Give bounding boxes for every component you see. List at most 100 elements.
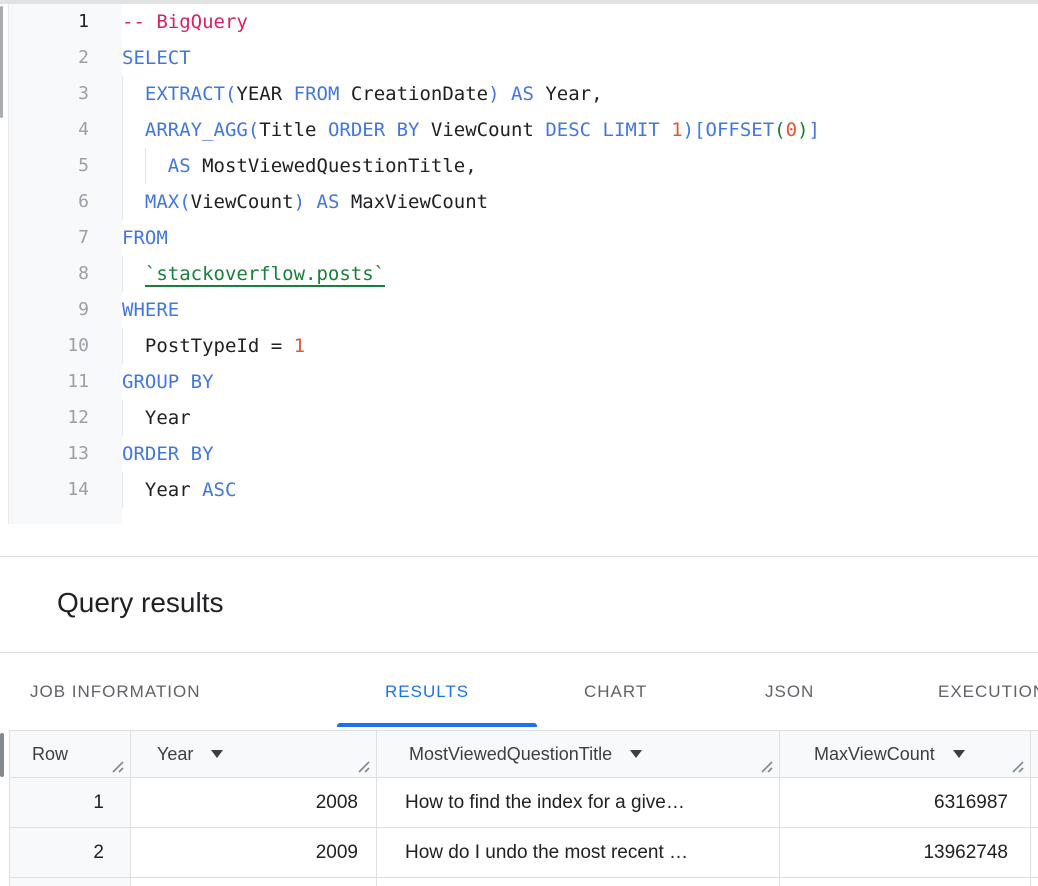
code-line[interactable]: 4 ARRAY_AGG(Title ORDER BY ViewCount DES… xyxy=(0,112,1038,148)
results-scrollbar-thumb[interactable] xyxy=(0,733,4,777)
column-header-mostviewedquestiontitle[interactable]: MostViewedQuestionTitle xyxy=(377,731,780,777)
indent-guide xyxy=(145,148,146,184)
code-text[interactable] xyxy=(122,508,1038,524)
code-line[interactable]: 8 `stackoverflow.posts` xyxy=(0,256,1038,292)
cell-mostviewedquestiontitle xyxy=(377,878,780,886)
cell-year: 2008 xyxy=(131,778,377,827)
cell-row: 1 xyxy=(10,778,131,827)
code-line[interactable]: 9WHERE xyxy=(0,292,1038,328)
token-kw: BY xyxy=(397,119,420,141)
gutter xyxy=(8,508,122,524)
code-text[interactable]: AS MostViewedQuestionTitle, xyxy=(122,148,1038,184)
column-header-label: Year xyxy=(157,744,193,765)
token-plain: ViewCount xyxy=(191,191,294,213)
code-text[interactable]: FROM xyxy=(122,220,1038,256)
cell-overflow xyxy=(1031,828,1038,877)
token-num: 0 xyxy=(786,119,797,141)
code-text[interactable]: ORDER BY xyxy=(122,436,1038,472)
token-kw: AS xyxy=(511,83,534,105)
code-line[interactable]: 6 MAX(ViewCount) AS MaxViewCount xyxy=(0,184,1038,220)
token-plain: Year xyxy=(122,479,202,501)
code-line[interactable]: 2SELECT xyxy=(0,40,1038,76)
code-line[interactable]: 1-- BigQuery xyxy=(0,4,1038,40)
code-line[interactable]: 14 Year ASC xyxy=(0,472,1038,508)
code-text[interactable]: SELECT xyxy=(122,40,1038,76)
indent-guide xyxy=(122,256,123,292)
sort-arrow-icon[interactable] xyxy=(211,750,223,758)
column-header-label: MaxViewCount xyxy=(814,744,935,765)
column-header-maxviewcount[interactable]: MaxViewCount xyxy=(780,731,1031,777)
token-kw: LIMIT xyxy=(603,119,660,141)
cell-maxviewcount xyxy=(780,878,1031,886)
token-plain xyxy=(122,263,145,285)
column-header-year[interactable]: Year xyxy=(131,731,377,777)
tab-execution-details[interactable]: EXECUTION DETAILS xyxy=(938,653,1038,730)
code-text[interactable]: `stackoverflow.posts` xyxy=(122,256,1038,292)
sort-arrow-icon[interactable] xyxy=(630,750,642,758)
code-text[interactable]: Year xyxy=(122,400,1038,436)
code-text[interactable]: MAX(ViewCount) AS MaxViewCount xyxy=(122,184,1038,220)
table-header-row: Row Year MostViewedQuestionTitle MaxViewCou… xyxy=(10,731,1038,778)
token-tbl[interactable]: `stackoverflow.posts` xyxy=(145,263,385,287)
column-header-overflow xyxy=(1031,731,1038,777)
code-text[interactable]: EXTRACT(YEAR FROM CreationDate) AS Year, xyxy=(122,76,1038,112)
code-text[interactable]: PostTypeId = 1 xyxy=(122,328,1038,364)
code-line[interactable]: 10 PostTypeId = 1 xyxy=(0,328,1038,364)
line-number: 2 xyxy=(8,40,122,76)
line-number: 10 xyxy=(8,328,122,364)
column-resize-handle[interactable] xyxy=(111,760,124,773)
token-kw: ) xyxy=(294,191,305,213)
editor-scrollbar-thumb[interactable] xyxy=(0,6,3,118)
token-plain: YEAR xyxy=(236,83,282,105)
token-num: 1 xyxy=(671,119,682,141)
column-header-label: Row xyxy=(32,744,68,765)
token-plain: PostTypeId = xyxy=(122,335,294,357)
sql-code-editor[interactable]: 1-- BigQuery2SELECT3 EXTRACT(YEAR FROM C… xyxy=(0,4,1038,556)
tab-job-information[interactable]: JOB INFORMATION xyxy=(30,653,201,730)
token-grn: ( xyxy=(774,119,785,141)
code-text[interactable]: WHERE xyxy=(122,292,1038,328)
line-number: 1 xyxy=(8,4,122,40)
line-number: 4 xyxy=(8,112,122,148)
cell-row: 2 xyxy=(10,828,131,877)
token-kw: FROM xyxy=(122,227,168,249)
indent-guide xyxy=(122,148,123,184)
line-number: 11 xyxy=(8,364,122,400)
token-plain: MaxViewCount xyxy=(339,191,488,213)
indent-guide xyxy=(122,76,123,112)
token-plain: MostViewedQuestionTitle, xyxy=(191,155,477,177)
token-plain xyxy=(305,191,316,213)
code-text[interactable]: Year ASC xyxy=(122,472,1038,508)
code-line[interactable]: 12 Year xyxy=(0,400,1038,436)
tab-results[interactable]: RESULTS xyxy=(385,653,469,730)
code-text[interactable]: GROUP BY xyxy=(122,364,1038,400)
token-plain xyxy=(591,119,602,141)
gutter-filler xyxy=(0,508,1038,524)
code-line[interactable]: 3 EXTRACT(YEAR FROM CreationDate) AS Yea… xyxy=(0,76,1038,112)
sort-arrow-icon[interactable] xyxy=(953,750,965,758)
code-text[interactable]: ARRAY_AGG(Title ORDER BY ViewCount DESC … xyxy=(122,112,1038,148)
column-resize-handle[interactable] xyxy=(760,760,773,773)
token-plain xyxy=(385,119,396,141)
cell-maxviewcount: 6316987 xyxy=(780,778,1031,827)
cell-overflow xyxy=(1031,778,1038,827)
token-kw: ) xyxy=(488,83,499,105)
code-line[interactable]: 7FROM xyxy=(0,220,1038,256)
line-number: 5 xyxy=(8,148,122,184)
token-plain: ViewCount xyxy=(419,119,545,141)
tab-json[interactable]: JSON xyxy=(765,653,814,730)
column-resize-handle[interactable] xyxy=(1011,760,1024,773)
column-header-row[interactable]: Row xyxy=(10,731,131,777)
token-kw: ] xyxy=(809,119,820,141)
code-line[interactable]: 5 AS MostViewedQuestionTitle, xyxy=(0,148,1038,184)
token-kw: ARRAY_AGG( xyxy=(145,119,259,141)
token-kw: )[OFFSET xyxy=(683,119,775,141)
token-plain xyxy=(500,83,511,105)
code-line[interactable]: 11GROUP BY xyxy=(0,364,1038,400)
code-text[interactable]: -- BigQuery xyxy=(122,4,1038,40)
code-line[interactable]: 13ORDER BY xyxy=(0,436,1038,472)
column-resize-handle[interactable] xyxy=(357,760,370,773)
results-tab-bar: JOB INFORMATION RESULTS CHART JSON EXECUTION… xyxy=(0,653,1038,730)
tab-chart[interactable]: CHART xyxy=(584,653,647,730)
line-number: 13 xyxy=(8,436,122,472)
